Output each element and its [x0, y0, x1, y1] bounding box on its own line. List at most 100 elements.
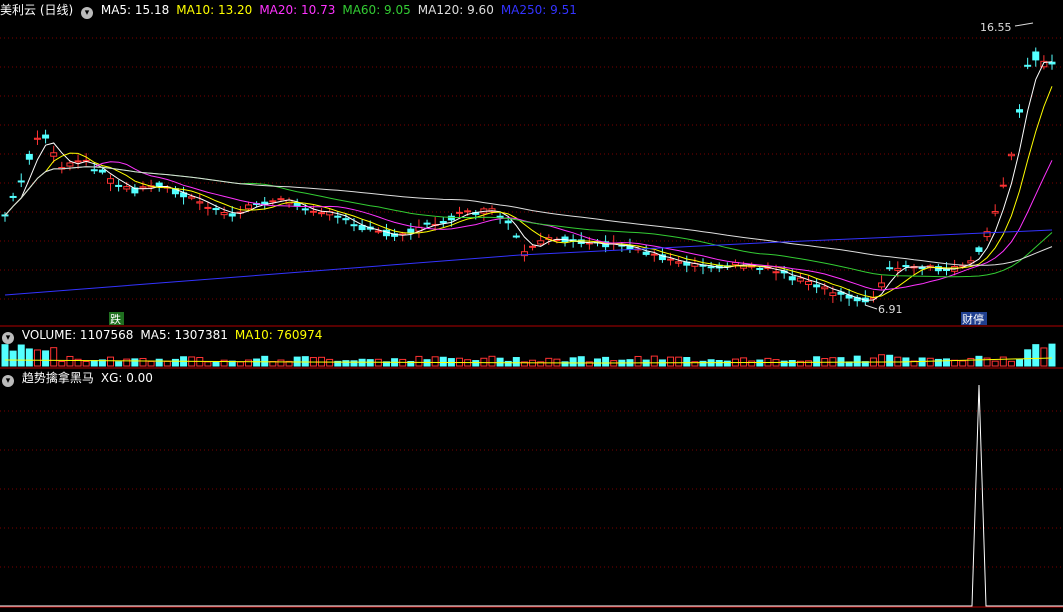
candle-body-28 — [228, 213, 236, 217]
volume-bar-51 — [415, 355, 423, 367]
candle-body-11 — [90, 169, 98, 172]
candle-body-4 — [33, 137, 41, 140]
candle-body-1 — [9, 195, 17, 198]
candle-body-46 — [374, 230, 382, 233]
volume-bar-82 — [667, 356, 675, 367]
candle-body-110 — [894, 267, 902, 271]
volume-bar-40 — [326, 358, 334, 367]
volume-bar-18 — [147, 360, 155, 367]
volume-bar-34 — [277, 359, 285, 367]
volume-bar-105 — [853, 355, 861, 367]
candle-body-41 — [334, 215, 342, 218]
volume-bar-89 — [723, 360, 731, 367]
volume-bar-43 — [350, 360, 358, 367]
volume-bar-29 — [236, 361, 244, 367]
high-arrow — [1014, 22, 1034, 27]
volume-bar-114 — [926, 357, 934, 367]
event-marker-right[interactable]: 财停 — [962, 312, 984, 326]
candle-body-82 — [667, 258, 675, 261]
candle-body-12 — [98, 169, 106, 173]
candle-body-125 — [1016, 109, 1024, 113]
candle-body-113 — [918, 267, 926, 270]
volume-bar-58 — [472, 360, 480, 367]
volume-bar-118 — [959, 360, 967, 367]
indicator-line — [0, 384, 1063, 607]
candle-body-93 — [756, 267, 764, 270]
volume-bar-42 — [342, 360, 350, 367]
volume-bar-100 — [813, 356, 821, 367]
candle-body-33 — [269, 200, 277, 203]
candle-body-98 — [796, 277, 804, 282]
volume-bar-1 — [9, 350, 17, 367]
volume-bar-127 — [1032, 344, 1040, 367]
candle-body-62 — [504, 220, 512, 224]
candle-body-36 — [293, 202, 301, 207]
event-marker-left[interactable]: 跌 — [110, 312, 121, 326]
volume-bar-14 — [115, 361, 123, 367]
candle-body-57 — [464, 210, 472, 213]
volume-bar-62 — [504, 360, 512, 367]
candle-body-87 — [707, 266, 715, 269]
volume-bar-20 — [163, 360, 171, 367]
volume-bar-63 — [512, 357, 520, 367]
candle-body-124 — [1007, 153, 1015, 157]
low-arrow — [864, 304, 878, 310]
candle-body-43 — [350, 224, 358, 227]
candle-body-80 — [650, 253, 658, 256]
volume-bar-129 — [1048, 343, 1056, 367]
volume-bar-6 — [50, 347, 58, 367]
volume-bar-92 — [748, 360, 756, 367]
low-price-label: 6.91 — [878, 303, 903, 316]
candle-body-34 — [277, 198, 285, 201]
ma10-line — [4, 86, 1053, 299]
xg-signal-line — [0, 384, 1063, 607]
candle-body-24 — [196, 201, 204, 204]
volume-bar-45 — [366, 359, 374, 367]
candle-body-39 — [318, 212, 326, 215]
volume-bar-32 — [261, 355, 269, 367]
ma250-line — [4, 229, 1053, 296]
candle-body-42 — [342, 218, 350, 221]
candle-body-9 — [74, 160, 82, 163]
candle-body-120 — [975, 247, 983, 252]
volume-bar-128 — [1040, 347, 1048, 367]
candle-body-15 — [123, 186, 131, 190]
volume-bar-70 — [569, 357, 577, 367]
candle-body-8 — [66, 162, 74, 167]
volume-bar-0 — [1, 344, 9, 367]
high-price-label: 16.55 — [980, 21, 1012, 34]
candle-body-27 — [220, 211, 228, 216]
volume-bar-30 — [244, 359, 252, 367]
candle-body-79 — [642, 251, 650, 255]
candle-body-25 — [204, 206, 212, 209]
volume-bar-60 — [488, 355, 496, 367]
volume-bar-120 — [975, 355, 983, 367]
volume-bar-3 — [25, 348, 33, 367]
candle-body-17 — [139, 186, 147, 189]
candle-body-38 — [309, 210, 317, 213]
volume-bar-80 — [650, 355, 658, 367]
kline-chart[interactable]: 16.55 6.91 跌 财停 — [0, 0, 1063, 612]
candle-body-122 — [991, 211, 999, 214]
candle-body-3 — [25, 153, 33, 160]
candle-body-116 — [942, 269, 950, 272]
volume-bar-115 — [934, 358, 942, 367]
volume-bar-97 — [788, 360, 796, 367]
volume-bar-31 — [253, 358, 261, 367]
candle-body-56 — [456, 211, 464, 214]
moving-average-lines — [4, 61, 1053, 301]
volume-bar-37 — [301, 356, 309, 367]
candle-body-126 — [1024, 64, 1032, 67]
candle-body-26 — [212, 208, 220, 211]
volume-bar-4 — [33, 349, 41, 367]
volume-bar-74 — [602, 356, 610, 367]
volume-bar-91 — [740, 357, 748, 367]
volume-bar-99 — [805, 360, 813, 367]
volume-bar-78 — [634, 355, 642, 367]
candle-body-52 — [423, 222, 431, 225]
volume-bar-125 — [1016, 358, 1024, 367]
price-annotations: 16.55 6.91 跌 财停 — [109, 21, 1034, 326]
volume-bar-61 — [496, 357, 504, 367]
candle-body-65 — [529, 245, 537, 248]
candlesticks — [1, 47, 1056, 307]
